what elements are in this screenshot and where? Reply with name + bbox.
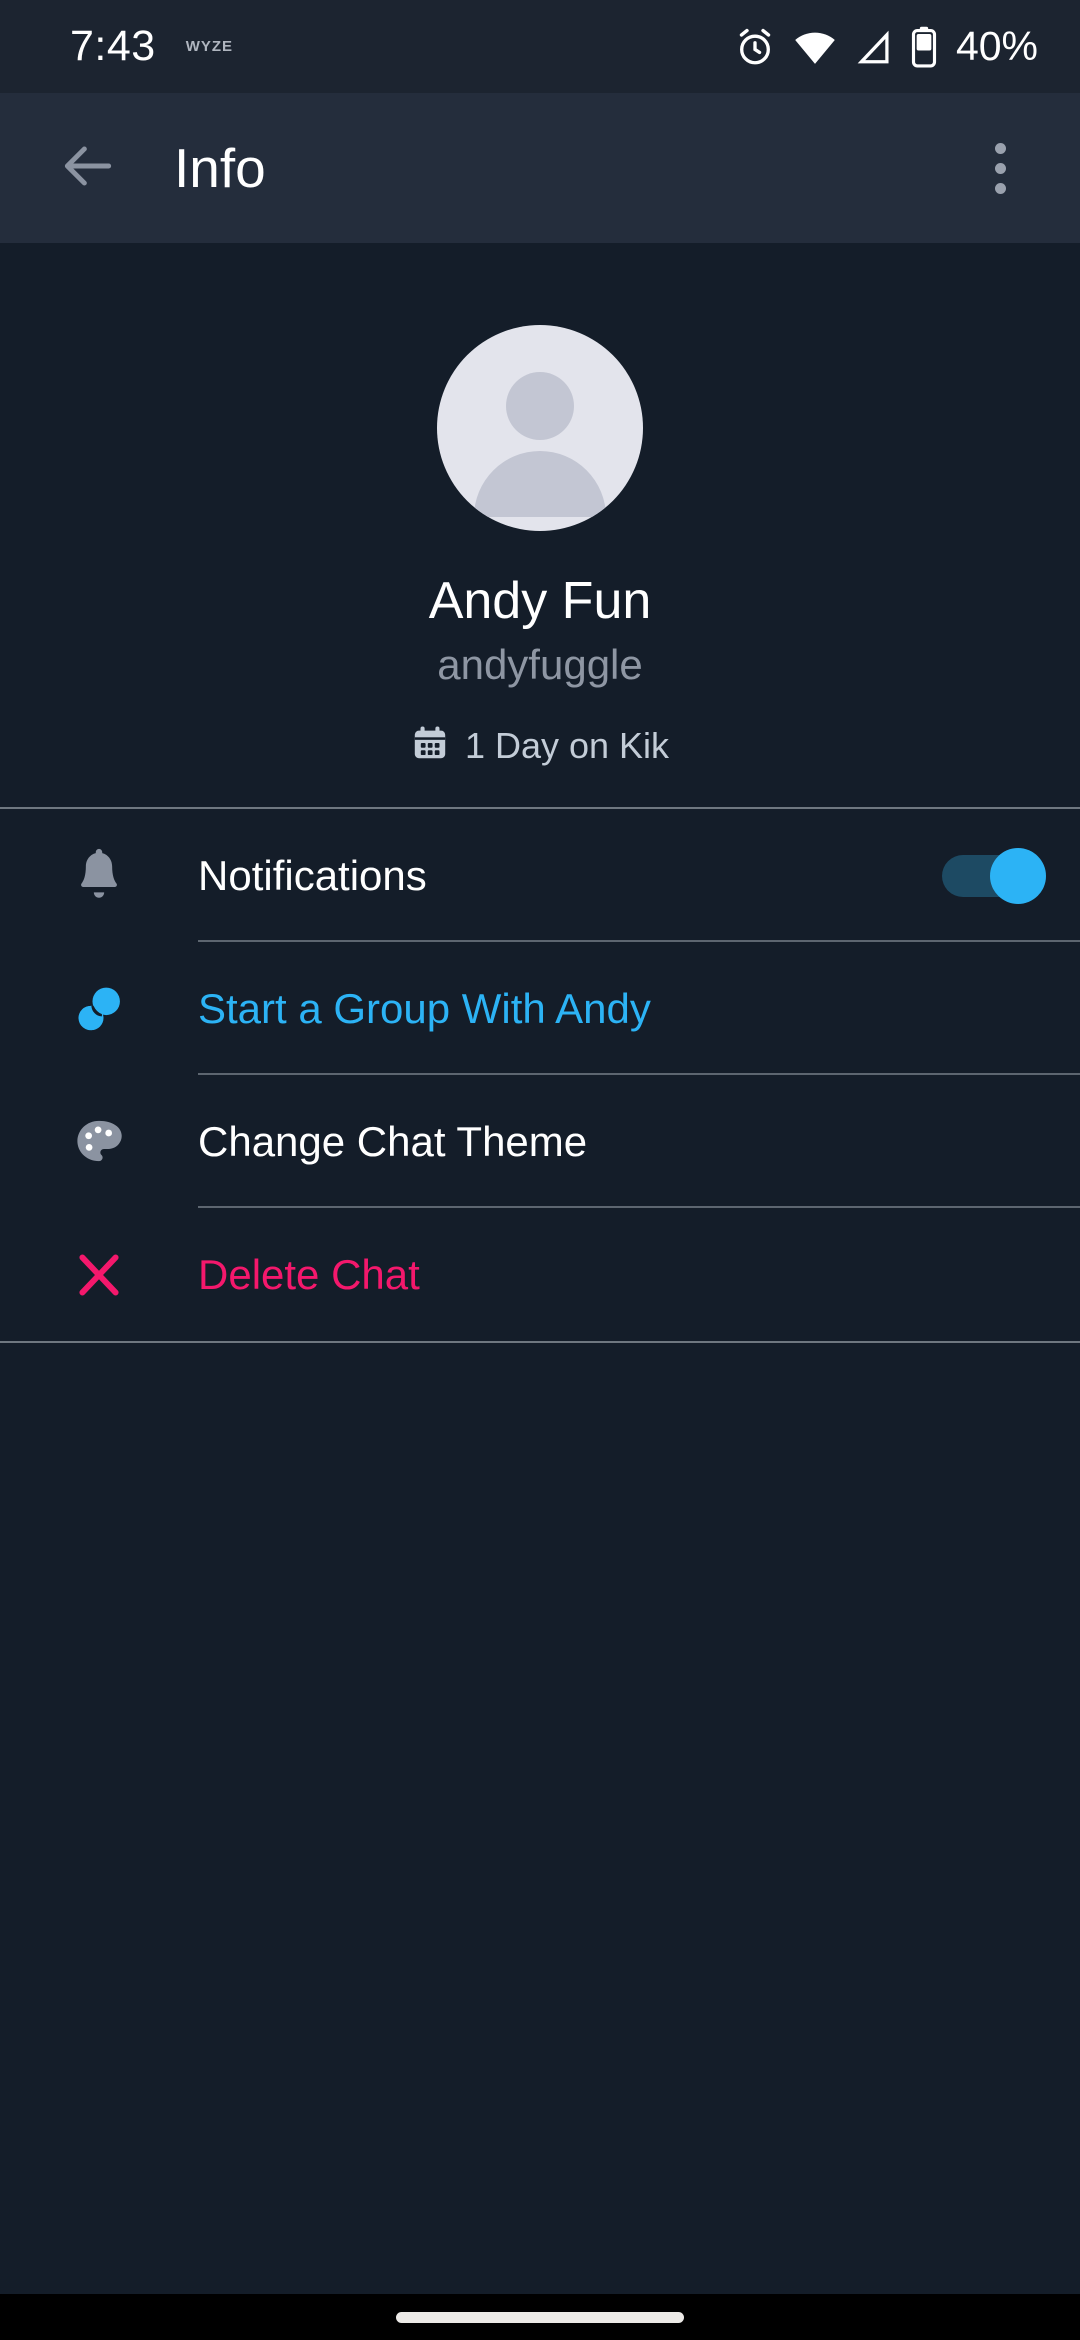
phone-screen: 7:43 WYZE 40% Info Andy Fun andyfuggle 1… — [0, 0, 1080, 2340]
app-bar: Info — [0, 93, 1080, 243]
list-item-label-change-theme: Change Chat Theme — [198, 1117, 588, 1165]
overflow-menu-button[interactable] — [960, 120, 1040, 216]
list-item-start-group[interactable]: Start a Group With Andy — [0, 942, 1080, 1076]
list-item-label-start-group: Start a Group With Andy — [198, 984, 651, 1032]
palette-icon — [0, 1115, 198, 1169]
profile-tenure: 1 Day on Kik — [411, 724, 669, 767]
battery-icon — [911, 26, 937, 68]
empty-space — [0, 1343, 1080, 2294]
group-icon — [0, 982, 198, 1036]
list-item-change-theme[interactable]: Change Chat Theme — [0, 1075, 1080, 1209]
list-item-delete-chat[interactable]: Delete Chat — [0, 1208, 1080, 1341]
back-arrow-icon — [57, 135, 119, 202]
toggle-thumb — [990, 847, 1046, 904]
content-area: Andy Fun andyfuggle 1 Day on Kik Notific… — [0, 243, 1080, 2294]
profile-username: andyfuggle — [437, 641, 643, 689]
battery-percent-label: 40% — [955, 23, 1038, 69]
overflow-menu-icon — [994, 182, 1006, 194]
profile-display-name: Andy Fun — [428, 572, 652, 630]
notifications-toggle[interactable] — [942, 847, 1046, 904]
avatar[interactable] — [437, 325, 643, 531]
list-item-label-notifications: Notifications — [198, 851, 427, 899]
profile-header: Andy Fun andyfuggle 1 Day on Kik — [0, 243, 1080, 807]
profile-tenure-label: 1 Day on Kik — [464, 724, 670, 766]
close-x-icon — [0, 1248, 198, 1302]
wifi-icon — [793, 26, 837, 68]
status-bar-icons: 40% — [734, 26, 1038, 68]
status-bar-clock: 7:43 — [70, 22, 156, 70]
calendar-icon — [411, 724, 449, 767]
default-person-avatar-body — [474, 451, 606, 517]
back-button[interactable] — [40, 120, 136, 216]
overflow-menu-icon — [994, 162, 1006, 174]
default-person-avatar — [506, 372, 574, 440]
alarm-icon — [734, 26, 776, 68]
system-navigation-bar — [0, 2294, 1080, 2340]
list-item-label-delete-chat: Delete Chat — [198, 1250, 420, 1298]
status-bar-notification-label: WYZE — [185, 38, 234, 55]
notifications-toggle-container — [942, 847, 1080, 904]
home-gesture-pill[interactable] — [396, 2311, 684, 2323]
bell-icon — [0, 848, 198, 904]
list-item-notifications[interactable]: Notifications — [0, 809, 1080, 943]
info-options-list: Notifications Start a Group With Andy Ch… — [0, 807, 1080, 1344]
cellular-signal-icon — [854, 27, 894, 67]
overflow-menu-icon — [994, 142, 1006, 154]
page-title: Info — [174, 136, 266, 199]
status-bar: 7:43 WYZE 40% — [0, 0, 1080, 93]
